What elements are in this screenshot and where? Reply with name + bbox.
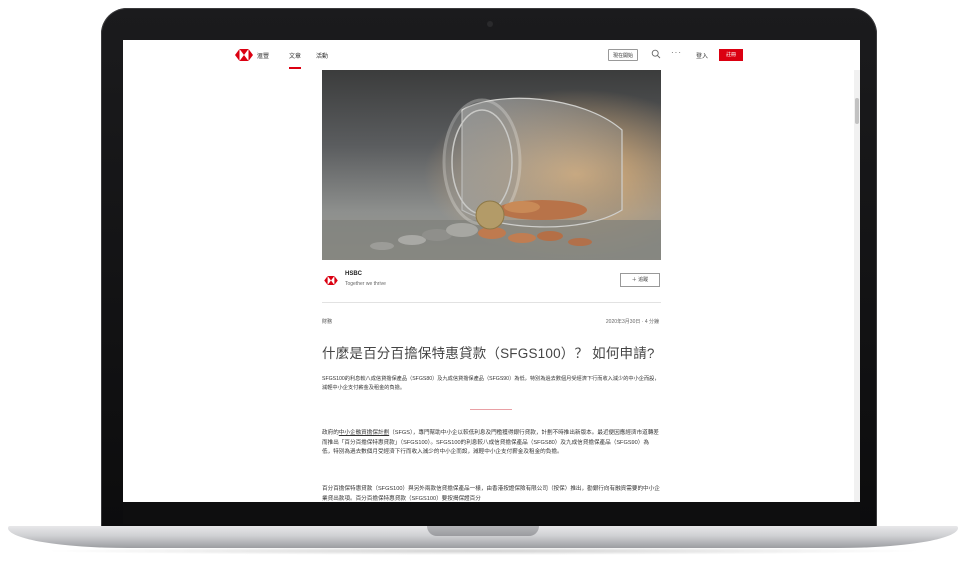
brand-name[interactable]: 滙豐	[257, 51, 269, 60]
register-button[interactable]: 註冊	[719, 49, 743, 61]
laptop-bezel-bottom	[123, 502, 860, 524]
article-date: 2020年3月30日 · 4 分鐘	[605, 319, 659, 325]
divider	[322, 302, 661, 303]
article-summary: SFGS100的利息較八成信貸擔保產品（SFGS80）及九成信貸擔保產品（SFG…	[322, 376, 660, 391]
scrollbar[interactable]	[854, 70, 860, 502]
laptop-notch	[427, 526, 539, 536]
article-paragraph: 政府的中小企融資擔保計劃（SFGS），專門幫助中小企以較低利息及門檻獲得銀行貸款…	[322, 429, 660, 458]
section-divider	[470, 409, 512, 410]
camera-icon	[487, 21, 493, 27]
start-button[interactable]: 現在開始	[608, 49, 638, 61]
author-tagline: Together we thrive	[345, 281, 386, 287]
top-nav: 滙豐 文章 活動 現在開始 ··· 登入 註冊	[123, 40, 860, 70]
article-category[interactable]: 財務	[322, 318, 332, 325]
author-logo-icon[interactable]	[324, 276, 338, 285]
browser-screen: 滙豐 文章 活動 現在開始 ··· 登入 註冊 HSBC Together we…	[123, 40, 860, 502]
scrollbar-thumb[interactable]	[855, 98, 859, 124]
tab-articles[interactable]: 文章	[289, 51, 301, 60]
tab-events[interactable]: 活動	[316, 51, 328, 60]
follow-button[interactable]: ＋ 追蹤	[620, 273, 660, 287]
article-paragraph: 百分百擔保特惠貸款（SFGS100）與另外兩款信貸擔保產品一樣，由香港按證保險有…	[322, 486, 660, 502]
more-icon[interactable]: ···	[671, 48, 682, 57]
active-tab-indicator	[289, 67, 301, 69]
signin-link[interactable]: 登入	[696, 51, 708, 60]
paragraph-text: 政府的	[322, 430, 339, 436]
laptop-shadow	[40, 547, 926, 555]
sfgs-link[interactable]: 中小企融資擔保計劃	[339, 430, 389, 436]
article-title: 什麼是百分百擔保特惠貸款（SFGS100）？ 如何申請?	[322, 346, 655, 361]
hero-image	[322, 70, 661, 260]
author-name[interactable]: HSBC	[345, 271, 362, 277]
hsbc-logo-icon[interactable]	[235, 49, 253, 61]
search-icon[interactable]	[651, 49, 661, 59]
